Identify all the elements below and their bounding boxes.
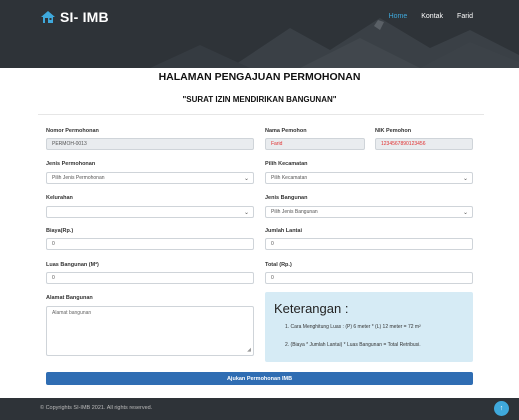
jumlah-lantai-label: Jumlah Lantai: [265, 228, 302, 234]
total-input[interactable]: 0: [265, 272, 473, 284]
nomor-permohonan-field: PERMOH-0013: [46, 138, 254, 150]
scroll-to-top-button[interactable]: ↑: [494, 401, 509, 416]
site-logo[interactable]: SI- IMB: [40, 9, 109, 25]
jumlah-lantai-input[interactable]: 0: [265, 238, 473, 250]
info-title: Keterangan :: [274, 301, 349, 316]
jenis-permohonan-select[interactable]: Pilih Jenis Permohonan ⌄: [46, 172, 254, 184]
nik-pemohon-value: 1234567890123456: [381, 141, 426, 147]
house-icon: [41, 11, 55, 23]
jenis-permohonan-label: Jenis Permohonan: [46, 161, 96, 167]
kecamatan-select[interactable]: Pilih Kecamatan ⌄: [265, 172, 473, 184]
nav-home[interactable]: Home: [389, 13, 408, 20]
nik-pemohon-label: NIK Pemohon: [375, 128, 412, 134]
jenis-bangunan-label: Jenis Bangunan: [265, 195, 308, 201]
chevron-down-icon: ⌄: [462, 210, 468, 216]
jenis-bangunan-value: Pilih Jenis Bangunan: [271, 209, 318, 215]
kelurahan-label: Kelurahan: [46, 195, 73, 201]
divider: [38, 114, 484, 115]
logo-text: SI- IMB: [60, 9, 109, 25]
info-box: Keterangan : 1. Cara Menghitung Luas : (…: [265, 292, 473, 362]
biaya-label: Biaya(Rp.): [46, 228, 74, 234]
submit-button[interactable]: Ajukan Permohonan IMB: [46, 372, 473, 385]
luas-bangunan-input[interactable]: 0: [46, 272, 254, 284]
site-footer: © Copyrights SI-IMB 2021. All rights res…: [0, 398, 519, 420]
jumlah-lantai-value: 0: [271, 241, 274, 247]
nama-pemohon-field: Farid: [265, 138, 365, 150]
chevron-down-icon: ⌄: [462, 176, 468, 182]
total-value: 0: [271, 275, 274, 281]
jenis-bangunan-select[interactable]: Pilih Jenis Bangunan ⌄: [265, 206, 473, 218]
chevron-down-icon: ⌄: [243, 176, 249, 182]
kecamatan-value: Pilih Kecamatan: [271, 175, 308, 181]
total-label: Total (Rp.): [265, 262, 292, 268]
nik-pemohon-field: 1234567890123456: [375, 138, 473, 150]
luas-bangunan-label: Luas Bangunan (M²): [46, 262, 99, 268]
chevron-down-icon: ⌄: [243, 210, 249, 216]
alamat-textarea[interactable]: Alamat bangunan ◢: [46, 306, 254, 356]
jenis-permohonan-value: Pilih Jenis Permohonan: [52, 175, 105, 181]
alamat-placeholder: Alamat bangunan: [52, 310, 92, 316]
resize-handle-icon[interactable]: ◢: [247, 347, 251, 353]
kelurahan-select[interactable]: ⌄: [46, 206, 254, 218]
page-title: HALAMAN PENGAJUAN PERMOHONAN: [158, 71, 361, 83]
top-nav: Home Kontak Farid: [389, 13, 473, 20]
alamat-label: Alamat Bangunan: [46, 295, 93, 301]
nama-pemohon-label: Nama Pemohon: [265, 128, 307, 134]
nav-user[interactable]: Farid: [457, 13, 473, 20]
page-subtitle: "SURAT IZIN MENDIRIKAN BANGUNAN": [182, 95, 337, 104]
luas-bangunan-value: 0: [52, 275, 55, 281]
copyright-text: © Copyrights SI-IMB 2021. All rights res…: [40, 405, 153, 411]
kecamatan-label: Pilih Kecamatan: [265, 161, 308, 167]
nomor-permohonan-value: PERMOH-0013: [52, 141, 87, 147]
site-header: SI- IMB Home Kontak Farid: [0, 0, 519, 68]
info-item: 1. Cara Menghitung Luas : (P) 6 meter * …: [285, 324, 421, 330]
info-item: 2. (Biaya * Jumlah Lantai) * Luas Bangun…: [285, 342, 421, 348]
nav-kontak[interactable]: Kontak: [421, 13, 443, 20]
biaya-input[interactable]: 0: [46, 238, 254, 250]
biaya-value: 0: [52, 241, 55, 247]
nomor-permohonan-label: Nomor Permohonan: [46, 128, 99, 134]
arrow-up-icon: ↑: [499, 405, 504, 412]
nama-pemohon-value: Farid: [271, 141, 283, 147]
